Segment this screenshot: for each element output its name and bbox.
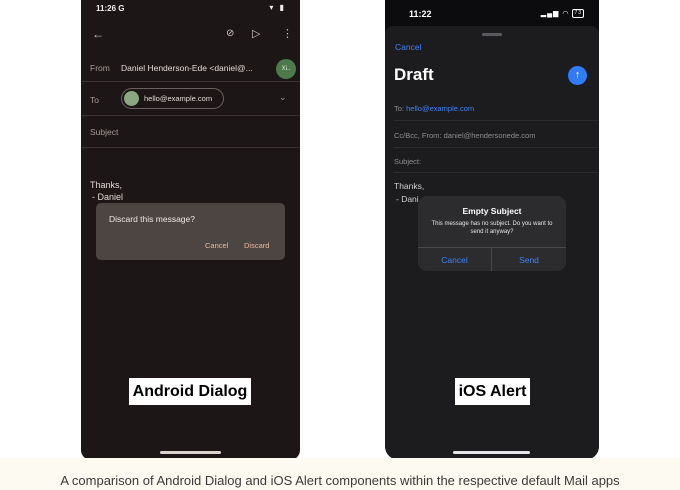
android-status-time: 11:26 G	[96, 4, 125, 13]
chevron-down-icon[interactable]: ⌄	[279, 92, 287, 103]
caption: A comparison of Android Dialog and iOS A…	[60, 473, 620, 488]
send-icon[interactable]: ▷	[252, 27, 260, 40]
attachment-icon[interactable]: ⊘	[226, 28, 234, 39]
divider	[394, 172, 599, 173]
body-line-1[interactable]: Thanks,	[90, 180, 122, 190]
dialog-discard-button[interactable]: Discard	[244, 241, 269, 250]
alert-title: Empty Subject	[462, 206, 522, 216]
alert-message: This message has no subject. Do you want…	[431, 221, 553, 235]
discard-dialog: Discard this message? Cancel Discard	[96, 203, 285, 260]
send-arrow-up-icon[interactable]: ↑	[568, 66, 587, 85]
body-line-2[interactable]: - Dani	[396, 194, 419, 204]
dialog-title: Discard this message?	[109, 214, 195, 224]
ios-status-icons: ▂▄▆ ◠ 73	[541, 9, 584, 18]
from-value[interactable]: Daniel Henderson-Ede <daniel@...	[121, 63, 253, 73]
page-title: Draft	[394, 65, 434, 84]
subject-field[interactable]: Subject	[90, 127, 118, 137]
android-home-indicator[interactable]	[160, 451, 221, 454]
body-line-2[interactable]: - Daniel	[92, 192, 123, 202]
recipient-chip[interactable]: hello@example.com	[121, 88, 224, 109]
to-label: To	[90, 95, 99, 105]
android-dialog-label: Android Dialog	[129, 378, 251, 405]
ios-alert-label: iOS Alert	[455, 378, 530, 405]
body-line-1[interactable]: Thanks,	[394, 181, 424, 191]
avatar[interactable]: Xi..	[276, 59, 296, 79]
alert-divider	[418, 247, 566, 248]
dialog-cancel-button[interactable]: Cancel	[205, 241, 228, 250]
divider	[394, 120, 599, 121]
android-status-icons: ▾ ▮	[269, 3, 286, 12]
signal-icon: ▂▄▆	[540, 10, 560, 18]
alert-send-button[interactable]: Send	[492, 255, 566, 265]
android-phone: 11:26 G ▾ ▮ ← ⊘ ▷ ⋮ From Daniel Henderso…	[81, 0, 300, 460]
divider	[394, 147, 599, 148]
recipient-email: hello@example.com	[144, 94, 213, 103]
wifi-icon: ◠	[562, 10, 570, 18]
ios-phone: 11:22 ▂▄▆ ◠ 73 Cancel Draft ↑ To: hello@…	[385, 0, 599, 460]
ios-status-time: 11:22	[409, 9, 432, 19]
more-vert-icon[interactable]: ⋮	[282, 27, 293, 40]
back-arrow-icon[interactable]: ←	[92, 27, 104, 41]
subject-field[interactable]: Subject:	[394, 157, 421, 166]
from-label: From	[90, 63, 110, 73]
empty-subject-alert: Empty Subject This message has no subjec…	[418, 196, 566, 271]
ios-home-indicator[interactable]	[453, 451, 530, 454]
ccbcc-from-field[interactable]: Cc/Bcc, From: daniel@hendersonede.com	[394, 131, 535, 140]
to-field[interactable]: To: hello@example.com	[394, 104, 474, 113]
cancel-button[interactable]: Cancel	[395, 42, 421, 52]
sheet-grabber[interactable]	[482, 33, 502, 36]
battery-icon: 73	[572, 9, 584, 18]
alert-cancel-button[interactable]: Cancel	[418, 255, 491, 265]
recipient-avatar	[124, 91, 139, 106]
